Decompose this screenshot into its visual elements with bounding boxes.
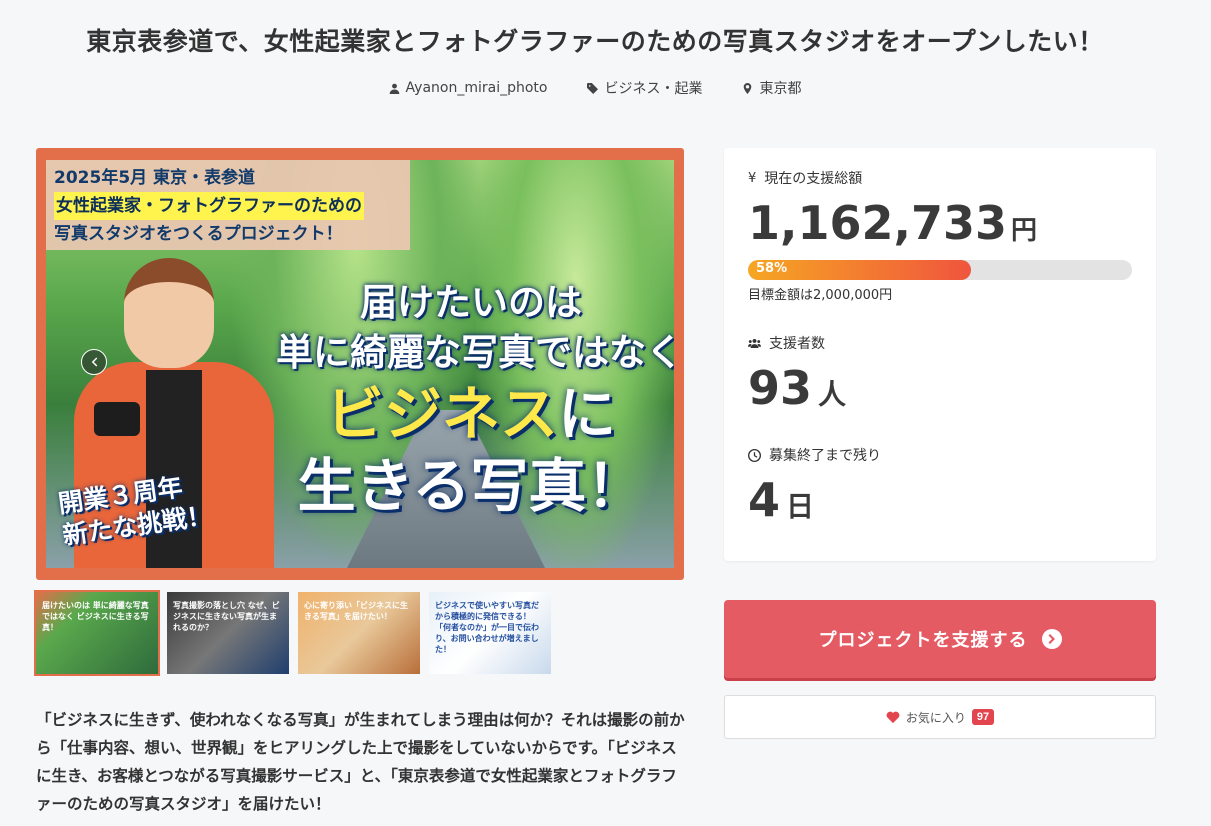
supporters-label-row: 支援者数: [748, 333, 1132, 353]
favorite-count-badge: 97: [971, 709, 995, 725]
clock-icon: [748, 448, 761, 462]
project-description: 「ビジネスに生きず、使われなくなる写真」が生まれてしまう理由は何か？それは撮影の…: [36, 711, 685, 813]
favorite-label: お気に入り: [905, 710, 966, 725]
hero-headline: 届けたいのは 単に綺麗な写真ではなく ビジネスに 生きる写真！: [276, 278, 674, 522]
hero-headline-big: ビジネスに: [325, 380, 617, 448]
amount-label-row: ¥ 現在の支援総額: [748, 170, 863, 188]
user-icon: [389, 83, 399, 94]
category-link[interactable]: ビジネス・起業: [587, 78, 702, 98]
hero-tag-line: 写真スタジオをつくるプロジェクト！: [54, 224, 343, 244]
tag-icon: [587, 82, 599, 94]
amount-value: 1,162,733 円: [748, 196, 1038, 250]
hero-image-carousel[interactable]: 2025年5月 東京・表参道 女性起業家・フォトグラファーのための 写真スタジオ…: [36, 148, 684, 580]
author-name: Ayanon_mirai_photo: [405, 80, 548, 96]
supporters-value: 93 人: [748, 361, 847, 415]
hero-headline-line: 届けたいのは: [360, 281, 582, 324]
support-project-button[interactable]: プロジェクトを支援する: [724, 600, 1156, 678]
location-link[interactable]: 東京都: [742, 78, 801, 98]
favorite-button[interactable]: お気に入り 97: [724, 695, 1156, 739]
funding-progress-bar: 58%: [748, 260, 1132, 280]
arrow-circle-right-icon: [1041, 629, 1062, 649]
thumbnail-1[interactable]: 届けたいのは 単に綺麗な写真ではなく ビジネスに生きる写真！: [34, 590, 160, 676]
hero-headline-big: 生きる写真！: [297, 452, 645, 520]
camera-icon: [94, 402, 140, 436]
users-icon: [748, 338, 761, 348]
hero-tag-line: 2025年5月 東京・表参道: [54, 168, 256, 188]
thumbnail-strip: 届けたいのは 単に綺麗な写真ではなく ビジネスに生きる写真！ 写真撮影の落とし穴…: [34, 590, 551, 676]
map-pin-icon: [744, 82, 752, 94]
author-link[interactable]: Ayanon_mirai_photo: [389, 78, 548, 98]
funding-stats-card: ¥ 現在の支援総額 1,162,733 円 58% 目標金額は2,000,000円…: [724, 148, 1156, 561]
page-title: 東京表参道で、女性起業家とフォトグラファーのための写真スタジオをオープンしたい！: [86, 27, 1104, 56]
remaining-label-row: 募集終了まで残り: [748, 445, 1132, 465]
goal-amount: 目標金額は2,000,000円: [748, 288, 893, 303]
thumbnail-4[interactable]: ビジネスで使いやすい写真だから積極的に発信できる！「何者なのか」が一目で伝わり、…: [429, 592, 551, 674]
hero-tag-line: 女性起業家・フォトグラファーのための: [54, 192, 364, 220]
thumbnail-2[interactable]: 写真撮影の落とし穴 なぜ、ビジネスに生きない写真が生まれるのか？: [167, 592, 289, 674]
project-meta: Ayanon_mirai_photo ビジネス・起業 東京都: [0, 78, 1190, 98]
yen-icon: ¥: [748, 170, 757, 186]
chevron-left-icon: [91, 357, 98, 367]
remaining-value: 4日: [748, 473, 815, 527]
progress-percent: 58%: [756, 261, 788, 276]
hero-image: 2025年5月 東京・表参道 女性起業家・フォトグラファーのための 写真スタジオ…: [46, 160, 674, 568]
hero-headline-line: 単に綺麗な写真ではなく: [276, 331, 674, 374]
location-name: 東京都: [759, 81, 802, 97]
category-name: ビジネス・起業: [604, 81, 703, 97]
hero-tag-box: 2025年5月 東京・表参道 女性起業家・フォトグラファーのための 写真スタジオ…: [46, 160, 410, 250]
thumbnail-3[interactable]: 心に寄り添い「ビジネスに生きる写真」を届けたい！: [298, 592, 420, 674]
carousel-prev-button[interactable]: [81, 349, 107, 375]
heart-icon: [886, 711, 900, 724]
